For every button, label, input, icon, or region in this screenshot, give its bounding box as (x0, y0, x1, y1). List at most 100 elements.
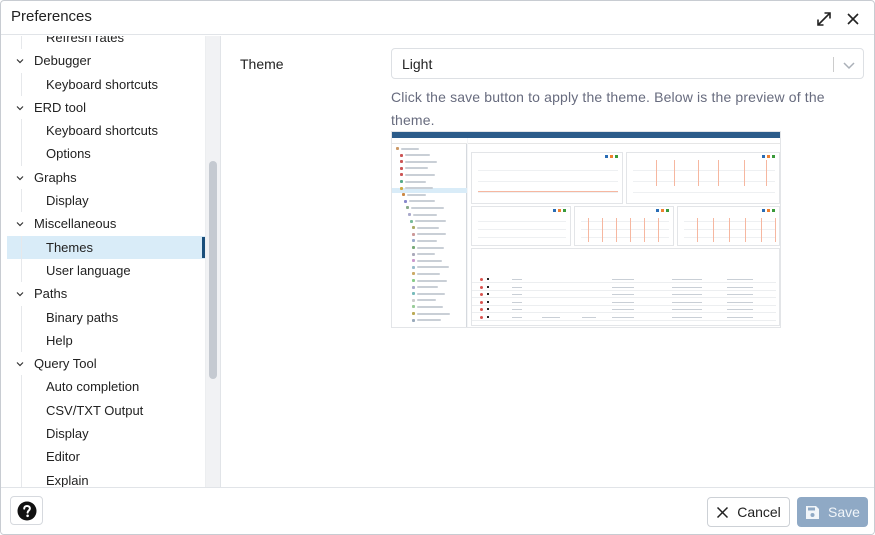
tree-item-label: Editor (46, 449, 80, 465)
preferences-tree-panel: Refresh rates Debugger Keyboard shortcuts E… (1, 36, 221, 487)
preview-table-cell (582, 316, 596, 318)
tree-item-label: Help (46, 332, 73, 348)
preview-stop-icon (480, 315, 483, 319)
preview-legend-swatch (666, 209, 669, 212)
tree-group[interactable]: ERD tool (7, 96, 205, 119)
preview-legend-swatch (762, 209, 765, 212)
chevron-down-icon[interactable] (16, 220, 24, 228)
preview-table-cell (612, 316, 634, 318)
tree-group[interactable]: Miscellaneous (7, 212, 205, 235)
preview-tree-icon (412, 246, 415, 249)
preview-table-cell (727, 286, 753, 288)
preview-tree-row (417, 312, 450, 315)
preview-tree-row (417, 272, 440, 275)
preview-dashboard (468, 138, 780, 327)
tree-item-label: Display (46, 193, 89, 209)
preview-gridline (581, 221, 669, 222)
preview-tree-icon (412, 239, 415, 243)
preview-gridline (633, 181, 775, 182)
chevron-down-icon[interactable] (842, 58, 856, 72)
preview-tree-row (413, 213, 437, 216)
preview-table-cell (512, 309, 522, 310)
preview-table-cell (512, 286, 522, 288)
preview-tree-icon (396, 147, 399, 150)
help-button[interactable] (10, 496, 43, 525)
preview-gridline (633, 192, 775, 193)
preview-table-cell (672, 316, 702, 318)
tree-item-label: Explain (46, 472, 89, 487)
tree-item[interactable]: Keyboard shortcuts (7, 72, 205, 97)
preview-gridline (581, 237, 669, 238)
preview-square-icon (487, 285, 489, 288)
tree-item[interactable]: Auto completion (7, 375, 205, 400)
chevron-down-icon[interactable] (16, 174, 24, 182)
tree-item-label: Graphs (34, 169, 77, 185)
preview-chart-spike (698, 160, 699, 186)
tree-item-label: Display (46, 426, 89, 442)
preview-table-cell (512, 279, 522, 280)
tree-item[interactable]: CSV/TXT Output (7, 398, 205, 423)
tree-item[interactable]: Display (7, 422, 205, 446)
tree-group[interactable]: Debugger (7, 49, 205, 72)
preview-table-cell (612, 294, 634, 295)
chevron-down-icon[interactable] (16, 360, 24, 368)
preview-panel (574, 206, 674, 246)
chevron-down-icon[interactable] (16, 290, 24, 298)
dialog-titlebar[interactable]: Preferences (1, 1, 874, 35)
preview-tree-icon (400, 166, 403, 170)
tree-group[interactable]: Query Tool (7, 352, 205, 375)
tree-item-label: Query Tool (34, 356, 97, 372)
tree-group[interactable]: Paths (7, 282, 205, 305)
preview-stop-icon (480, 293, 483, 296)
tree-item[interactable]: Explain (7, 468, 205, 487)
tree-group[interactable]: Graphs (7, 166, 205, 189)
tree-item[interactable]: Binary paths (7, 305, 205, 330)
preview-chart-spike (697, 218, 698, 242)
cancel-button[interactable]: Cancel (707, 497, 790, 527)
preview-square-icon (487, 293, 489, 295)
preview-square-icon (487, 278, 489, 280)
preview-panel (471, 206, 571, 246)
preview-legend-swatch (656, 209, 659, 212)
preview-legend-swatch (563, 209, 566, 212)
theme-help-text: Click the save button to apply the theme… (391, 89, 825, 128)
tree-item[interactable]: User language (7, 258, 205, 283)
preview-legend-swatch (772, 209, 775, 212)
tree-item[interactable]: Refresh rates (7, 36, 205, 50)
sidebar-scrollbar-thumb[interactable] (209, 161, 217, 379)
tree-item[interactable]: Themes (7, 235, 205, 260)
maximize-button[interactable] (814, 9, 834, 29)
preview-gridline (478, 221, 566, 222)
tree-item[interactable]: Editor (7, 445, 205, 469)
tree-item[interactable]: Keyboard shortcuts (7, 119, 205, 143)
tree-item[interactable]: Display (7, 189, 205, 213)
preview-stop-icon (480, 308, 483, 311)
close-button[interactable] (843, 9, 863, 29)
sidebar-scrollbar[interactable] (205, 36, 220, 487)
preview-tree-row (401, 147, 419, 150)
save-button[interactable]: Save (797, 497, 868, 527)
preview-table-cell (512, 316, 522, 318)
preview-gridline (478, 170, 618, 171)
preview-tree-row (417, 279, 447, 282)
theme-preview-image (391, 131, 781, 328)
preview-table-cell (542, 316, 560, 318)
tree-item-label: Debugger (34, 53, 92, 69)
theme-select[interactable]: Light (391, 48, 864, 79)
chevron-down-icon[interactable] (16, 104, 24, 112)
preview-legend-swatch (772, 155, 775, 158)
preview-tree-row (417, 266, 449, 269)
preview-tree-row (407, 193, 426, 196)
preview-chart-spike (602, 218, 603, 242)
tree-item[interactable]: Options (7, 142, 205, 167)
preferences-tree: Refresh rates Debugger Keyboard shortcuts E… (7, 36, 205, 487)
preview-stop-icon (480, 285, 483, 289)
preview-table-cell (727, 301, 753, 303)
preview-table-cell (672, 286, 702, 288)
preview-tree-row (405, 154, 430, 157)
preview-stop-icon (480, 278, 483, 281)
tree-item[interactable]: Help (7, 328, 205, 353)
preview-tree-row (417, 319, 441, 322)
chevron-down-icon[interactable] (16, 57, 24, 65)
preview-tree-row (417, 292, 445, 295)
